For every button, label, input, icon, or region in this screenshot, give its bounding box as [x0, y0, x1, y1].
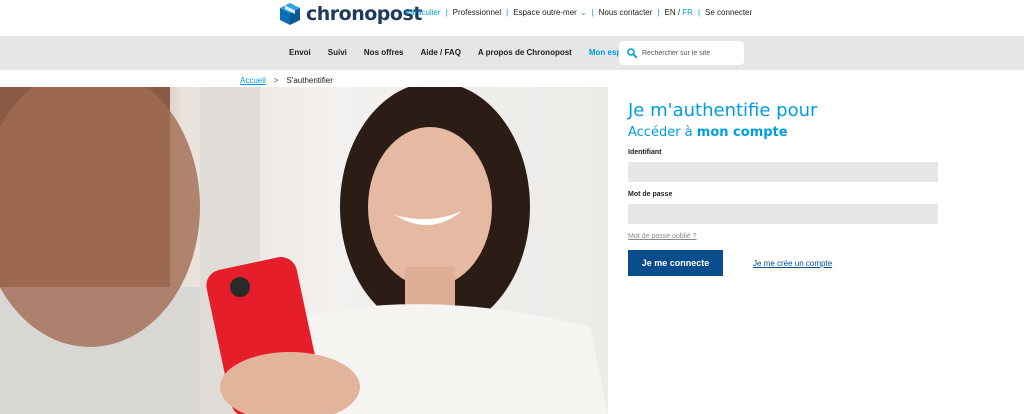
login-panel: Je m'authentifie pour Accéder à mon comp…	[628, 100, 948, 276]
breadcrumb: Accueil > S'authentifier	[240, 76, 333, 85]
search-box[interactable]	[619, 41, 744, 65]
identifiant-field[interactable]	[628, 162, 938, 182]
hero-photo	[0, 87, 608, 414]
link-espace-outre-mer[interactable]: Espace outre-mer ⌄	[513, 8, 586, 17]
top-links: Particulier | Professionnel | Espace out…	[405, 8, 752, 17]
login-subtitle: Accéder à mon compte	[628, 125, 948, 140]
search-input[interactable]	[642, 49, 742, 57]
main-nav: Envoi Suivi Nos offres Aide / FAQ A prop…	[0, 36, 1024, 70]
nav-suivi[interactable]: Suivi	[328, 48, 347, 57]
chevron-down-icon: ⌄	[579, 8, 587, 17]
breadcrumb-separator: >	[273, 76, 279, 85]
top-header: chronopost Particulier | Professionnel |…	[0, 0, 1024, 36]
nav-a-propos[interactable]: A propos de Chronopost	[478, 48, 572, 57]
chronopost-logo[interactable]: chronopost	[279, 2, 422, 26]
create-account-link[interactable]: Je me crée un compte	[753, 259, 832, 268]
link-professionnel[interactable]: Professionnel	[453, 8, 501, 17]
link-se-connecter[interactable]: Se connecter	[705, 8, 752, 17]
link-espace-outre-mer-label: Espace outre-mer	[513, 8, 577, 17]
nav-nos-offres[interactable]: Nos offres	[364, 48, 404, 57]
breadcrumb-home[interactable]: Accueil	[240, 76, 266, 85]
divider: |	[591, 8, 594, 17]
divider: |	[506, 8, 509, 17]
link-particulier[interactable]: Particulier	[405, 8, 441, 17]
nav-items: Envoi Suivi Nos offres Aide / FAQ A prop…	[289, 48, 652, 57]
cube-logo-icon	[280, 3, 300, 25]
subtitle-prefix: Accéder à	[628, 125, 697, 140]
nav-aide-faq[interactable]: Aide / FAQ	[420, 48, 460, 57]
login-actions: Je me connecte Je me crée un compte	[628, 250, 948, 276]
login-title: Je m'authentifie pour	[628, 100, 818, 121]
search-icon[interactable]	[627, 48, 637, 58]
password-field[interactable]	[628, 204, 938, 224]
pwd-label: Mot de passe	[628, 191, 673, 198]
divider: |	[445, 8, 448, 17]
login-button[interactable]: Je me connecte	[628, 250, 723, 276]
lang-fr[interactable]: FR	[682, 8, 693, 17]
id-label: Identifiant	[628, 149, 662, 156]
lang-slash: /	[675, 8, 683, 17]
link-nous-contacter[interactable]: Nous contacter	[599, 8, 653, 17]
woman-with-phone-illustration	[0, 87, 608, 414]
lang-en[interactable]: EN	[664, 8, 675, 17]
divider: |	[657, 8, 660, 17]
breadcrumb-current: S'authentifier	[286, 76, 333, 85]
divider: |	[697, 8, 701, 17]
forgot-password-link[interactable]: Mot de passe oublié ?	[628, 233, 948, 240]
subtitle-bold: mon compte	[696, 125, 788, 140]
nav-envoi[interactable]: Envoi	[289, 48, 311, 57]
